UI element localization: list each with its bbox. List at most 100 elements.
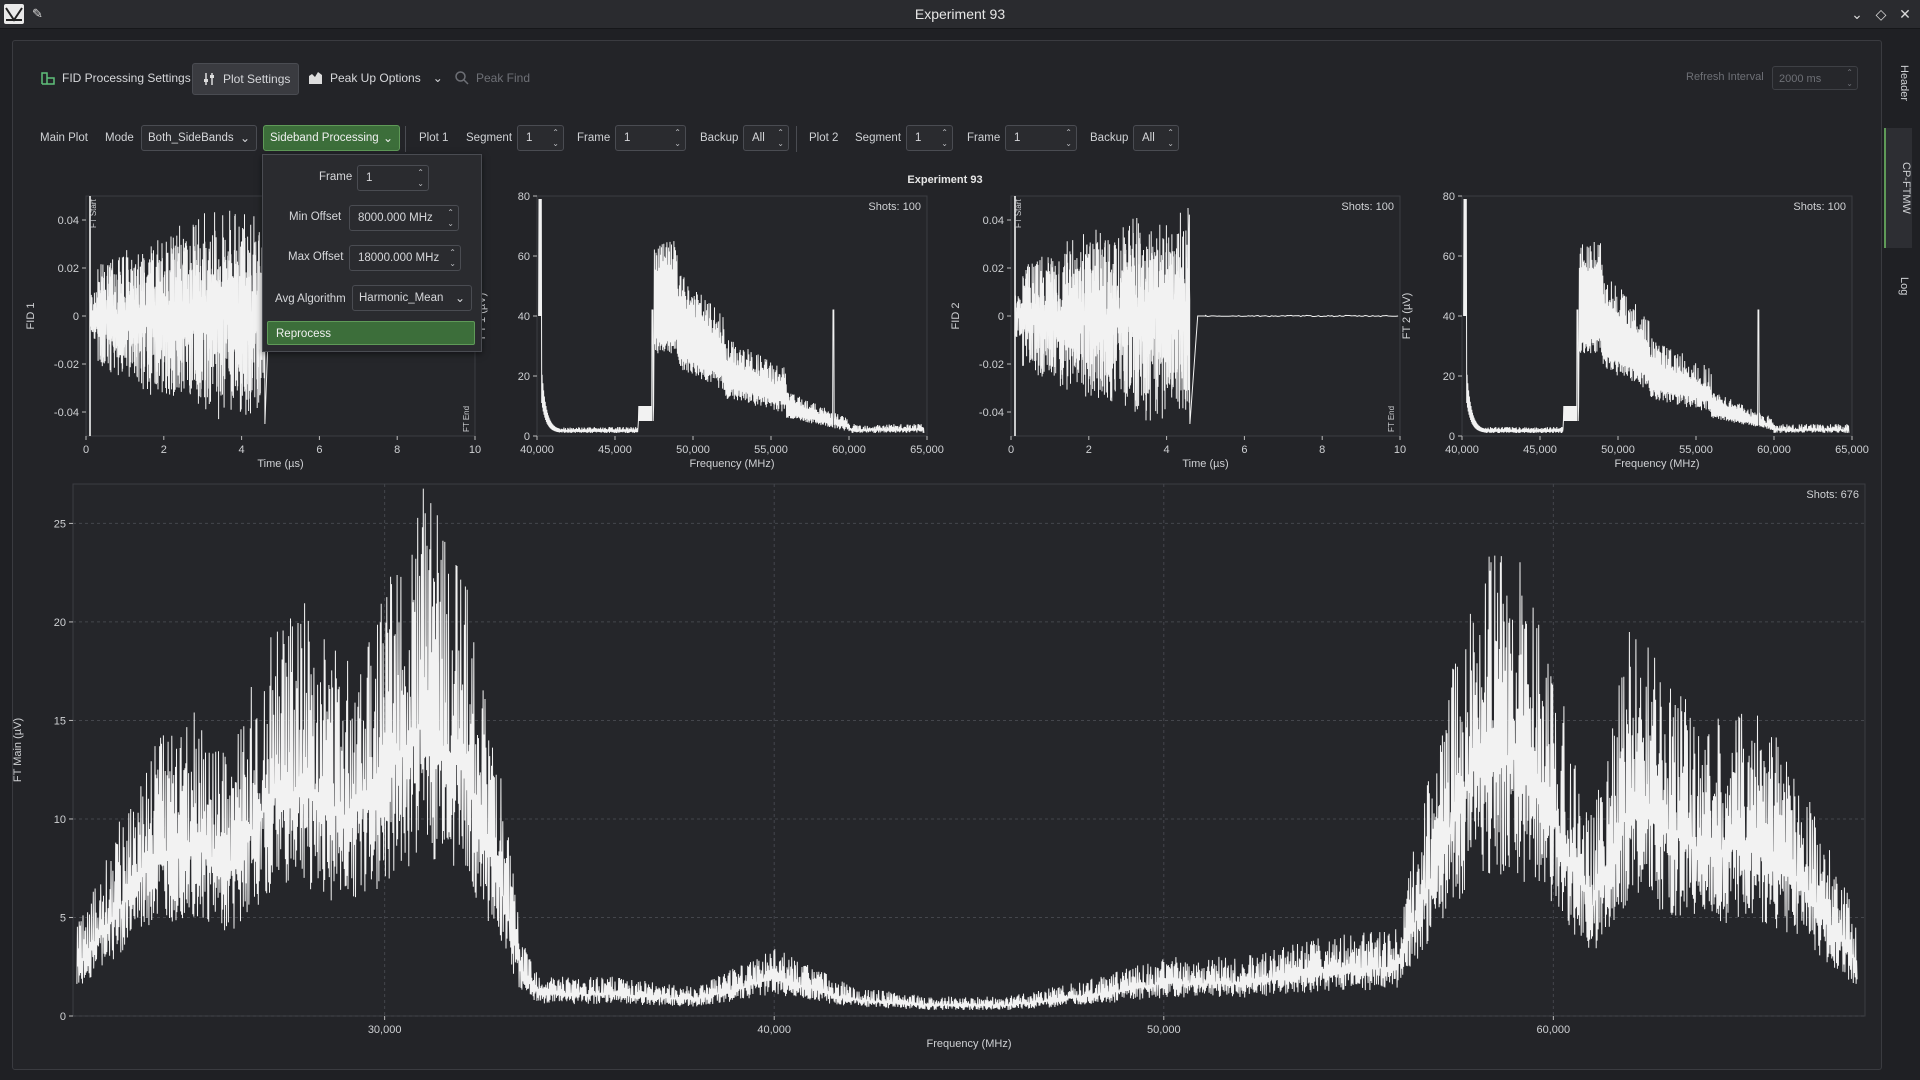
avg-algorithm-label: Avg Algorithm — [275, 293, 346, 305]
y-tick-label: 10 — [54, 814, 66, 826]
max-offset-value: 18000.000 MHz — [358, 252, 440, 264]
popup-frame-spinbox[interactable]: 1 ⌃ ⌄ — [357, 165, 429, 191]
y-axis-label: FID 1 — [25, 303, 37, 330]
y-tick-label: 5 — [60, 912, 66, 924]
tab-header[interactable]: Header — [1884, 48, 1910, 118]
spin-arrows-icon[interactable]: ⌃ ⌄ — [449, 247, 456, 269]
y-axis-label: FT Main (µV) — [12, 718, 24, 782]
x-tick-label: 65,000 — [1835, 444, 1869, 456]
x-tick-label: 65,000 — [910, 444, 944, 456]
ft2-plot-area — [1461, 195, 1853, 437]
y-tick-label: 40 — [518, 311, 530, 323]
tab-cp-ftmw[interactable]: CP-FTMW — [1884, 128, 1912, 248]
x-tick-label: 60,000 — [832, 444, 866, 456]
y-tick-label: 40 — [1443, 311, 1455, 323]
chevron-down-icon: ⌄ — [454, 291, 465, 305]
x-tick-label: 6 — [1241, 444, 1247, 456]
x-tick-label: 0 — [83, 444, 89, 456]
y-tick-label: 0.04 — [58, 215, 79, 227]
x-tick-label: 55,000 — [1679, 444, 1713, 456]
sideband-processing-popup: Frame 1 ⌃ ⌄ Min Offset 8000.000 MHz ⌃ ⌄ Max … — [262, 154, 482, 352]
tab-log-label: Log — [1898, 276, 1910, 296]
min-offset-spinbox[interactable]: 8000.000 MHz ⌃ ⌄ — [349, 205, 459, 231]
x-tick-label: 4 — [239, 444, 245, 456]
x-axis-label: Time (µs) — [1182, 458, 1228, 470]
x-tick-label: 55,000 — [754, 444, 788, 456]
y-tick-label: -0.04 — [979, 407, 1004, 419]
popup-frame-label: Frame — [319, 171, 353, 183]
y-tick-label: -0.02 — [979, 359, 1004, 371]
y-tick-label: 15 — [54, 715, 66, 727]
y-axis-label: FT 2 (µV) — [1401, 293, 1413, 339]
x-tick-label: 8 — [394, 444, 400, 456]
y-tick-label: 80 — [1443, 191, 1455, 203]
ft2-plot — [1458, 195, 1853, 440]
y-tick-label: 0.04 — [983, 215, 1004, 227]
shots-annotation: Shots: 100 — [1793, 201, 1846, 213]
popup-frame-value: 1 — [366, 172, 373, 184]
min-offset-value: 8000.000 MHz — [358, 212, 433, 224]
x-tick-label: 2 — [161, 444, 167, 456]
y-tick-label: -0.04 — [54, 407, 79, 419]
x-tick-label: 6 — [316, 444, 322, 456]
avg-algorithm-value: Harmonic_Mean — [359, 292, 444, 304]
y-tick-label: 0.02 — [983, 263, 1004, 275]
ft1-plot — [533, 195, 928, 440]
y-tick-label: 0 — [998, 311, 1004, 323]
x-axis-label: Frequency (MHz) — [1615, 458, 1700, 470]
ft1-plot-area — [536, 195, 928, 437]
shots-annotation: Shots: 100 — [1341, 201, 1394, 213]
tab-header-label: Header — [1898, 64, 1910, 102]
y-tick-label: 0.02 — [58, 263, 79, 275]
shots-annotation: Shots: 676 — [1806, 489, 1859, 501]
main-plot — [69, 483, 1866, 1020]
y-tick-label: 20 — [1443, 371, 1455, 383]
x-tick-label: 50,000 — [1601, 444, 1635, 456]
x-tick-label: 50,000 — [1147, 1024, 1181, 1036]
ft-end-marker: FT End — [462, 406, 471, 432]
x-tick-label: 40,000 — [520, 444, 554, 456]
x-tick-label: 0 — [1008, 444, 1014, 456]
max-offset-label: Max Offset — [288, 251, 344, 263]
y-tick-label: 20 — [54, 617, 66, 629]
y-tick-label: 25 — [54, 518, 66, 530]
y-tick-label: 0 — [73, 311, 79, 323]
y-tick-label: 60 — [1443, 251, 1455, 263]
y-tick-label: -0.02 — [54, 359, 79, 371]
y-axis-label: FID 2 — [950, 303, 962, 330]
y-tick-label: 80 — [518, 191, 530, 203]
x-tick-label: 60,000 — [1537, 1024, 1571, 1036]
x-tick-label: 2 — [1086, 444, 1092, 456]
y-tick-label: 60 — [518, 251, 530, 263]
x-tick-label: 8 — [1319, 444, 1325, 456]
x-tick-label: 30,000 — [368, 1024, 402, 1036]
min-offset-label: Min Offset — [289, 211, 342, 223]
x-axis-label: Frequency (MHz) — [690, 458, 775, 470]
spin-arrows-icon[interactable]: ⌃ ⌄ — [417, 167, 424, 189]
x-tick-label: 10 — [469, 444, 481, 456]
tab-log[interactable]: Log — [1884, 256, 1910, 316]
y-tick-label: 20 — [518, 371, 530, 383]
avg-algorithm-combobox[interactable]: Harmonic_Mean ⌄ — [352, 285, 472, 311]
spin-arrows-icon[interactable]: ⌃ ⌄ — [447, 207, 454, 229]
tab-cp-ftmw-label: CP-FTMW — [1900, 162, 1912, 214]
ft-start-marker: FT Start — [89, 198, 98, 228]
reprocess-button[interactable]: Reprocess — [267, 321, 475, 345]
y-tick-label: 0 — [60, 1011, 66, 1023]
x-tick-label: 10 — [1394, 444, 1406, 456]
x-axis-label: Frequency (MHz) — [927, 1038, 1012, 1050]
x-tick-label: 45,000 — [598, 444, 632, 456]
x-tick-label: 40,000 — [1445, 444, 1479, 456]
fid2-plot — [1007, 195, 1401, 440]
x-axis-label: Time (µs) — [257, 458, 303, 470]
ft-start-marker: FT Start — [1014, 198, 1023, 228]
y-tick-label: 0 — [1449, 431, 1455, 443]
x-tick-label: 4 — [1164, 444, 1170, 456]
max-offset-spinbox[interactable]: 18000.000 MHz ⌃ ⌄ — [349, 245, 461, 271]
shots-annotation: Shots: 100 — [868, 201, 921, 213]
dock-tabs: Header CP-FTMW Log — [1880, 40, 1920, 340]
x-tick-label: 50,000 — [676, 444, 710, 456]
y-tick-label: 0 — [524, 431, 530, 443]
ft-end-marker: FT End — [1387, 406, 1396, 432]
x-tick-label: 60,000 — [1757, 444, 1791, 456]
